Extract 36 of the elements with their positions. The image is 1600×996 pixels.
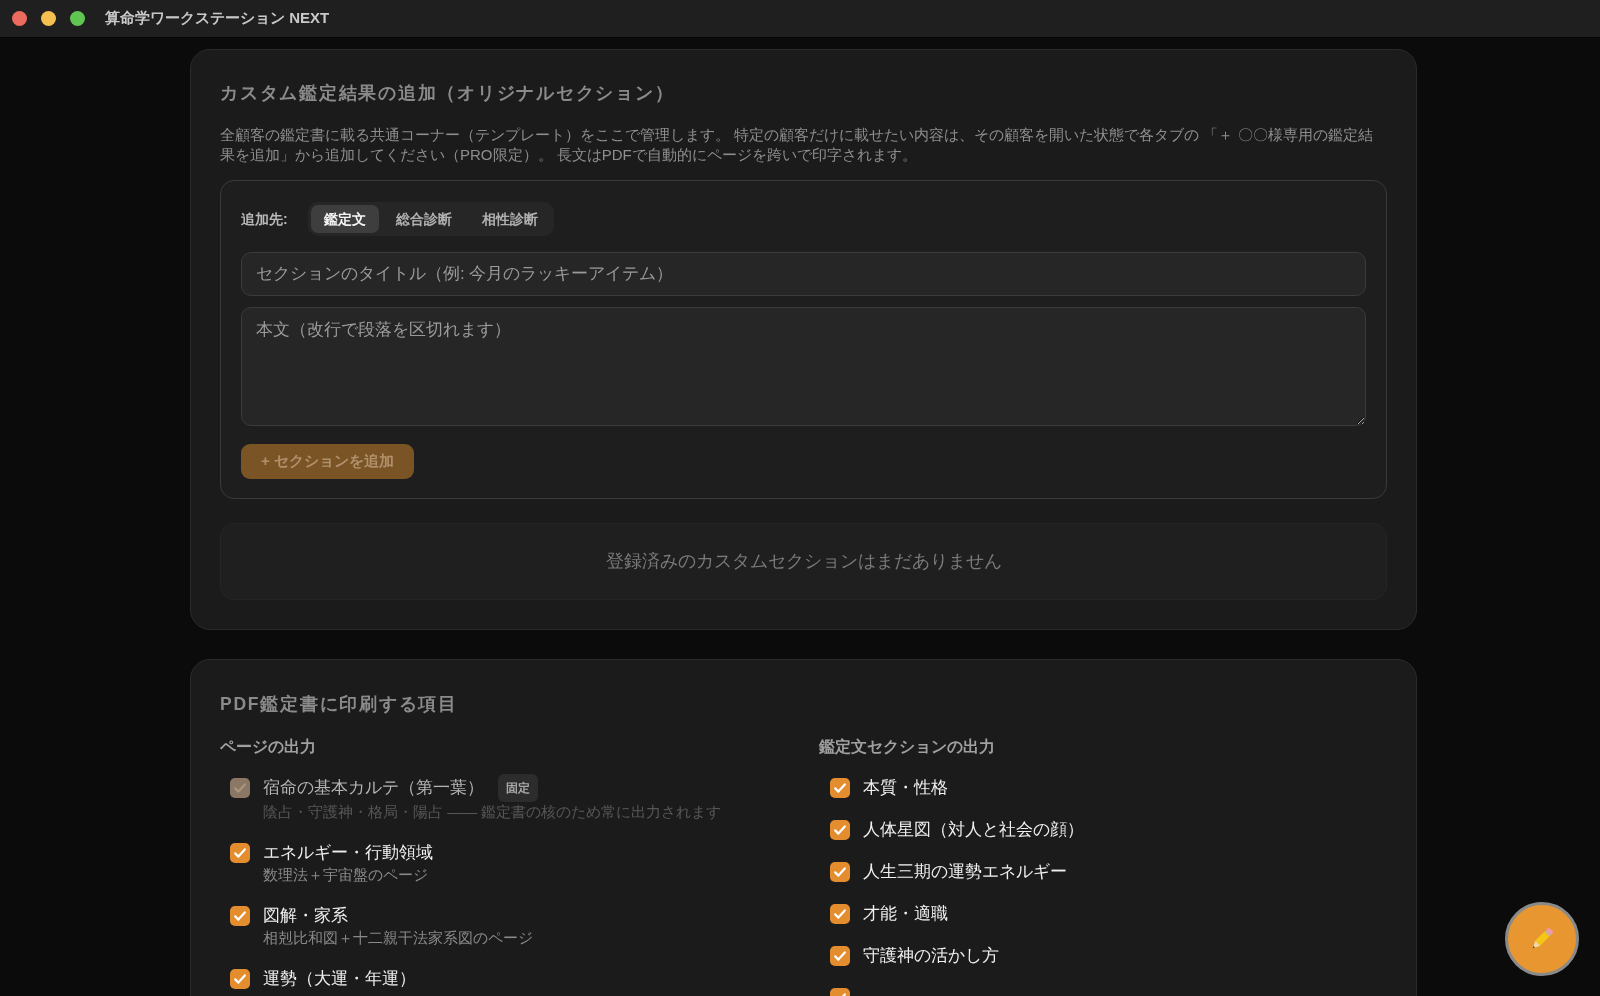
checkbox[interactable]: [829, 862, 850, 882]
checkbox[interactable]: [829, 946, 850, 966]
checkbox[interactable]: [829, 904, 850, 924]
column-heading: ページの出力: [220, 737, 317, 757]
option-description: 相剋比和図＋十二親干法家系図のページ: [263, 928, 533, 948]
option-label: 本質・性格: [862, 777, 948, 799]
fixed-badge: 固定: [498, 774, 538, 802]
option-label: エネルギー・行動領域: [263, 842, 433, 864]
close-button[interactable]: [12, 11, 27, 26]
section-title: カスタム鑑定結果の追加（オリジナルセクション）: [220, 82, 676, 105]
body-text-area[interactable]: 本文（改行で段落を区切れます）: [241, 307, 1366, 426]
title-input-field[interactable]: セクションのタイトル（例: 今月のラッキーアイテム）: [241, 252, 1366, 296]
tab[interactable]: 総合診断: [382, 205, 465, 233]
window-title: 算命学ワークステーション NEXT: [105, 8, 330, 29]
minimize-button[interactable]: [41, 11, 56, 26]
checkbox[interactable]: [230, 969, 250, 989]
section-description: 全顧客の鑑定書に載る共通コーナー（テンプレート）をここで管理します。 特定の顧客だけに載せたい内容は、その顧客を開いた状態で各タブの 「＋ 〇〇様専用の鑑定結果を追加」から追加してください（PRO限定）。 長文はPDFで自動的にページを跨いで印字されます。: [220, 125, 1374, 165]
option-label: 図解・家系: [263, 905, 348, 927]
option-label: 人生三期の運勢エネルギー: [862, 861, 1067, 883]
section-title: PDF鑑定書に印刷する項目: [220, 693, 459, 716]
checkbox[interactable]: [829, 820, 850, 840]
tab[interactable]: 相性診断: [468, 205, 551, 233]
option-label: 宿命の基本カルテ（第一葉）: [263, 777, 484, 799]
option-label: 運勢（大運・年運）: [263, 968, 416, 990]
checkbox[interactable]: [230, 843, 250, 863]
option-description: 数理法＋宇宙盤のページ: [263, 865, 429, 885]
option-label: 人体星図（対人と社会の顔）: [862, 819, 1084, 841]
checkbox[interactable]: [230, 906, 250, 926]
option-label: 才能・適職: [862, 903, 948, 925]
column-heading: 鑑定文セクションの出力: [818, 737, 996, 757]
tab[interactable]: 鑑定文: [310, 205, 379, 233]
option-label: 守護神の活かし方: [862, 945, 999, 967]
checkbox[interactable]: [829, 778, 850, 798]
zoom-button[interactable]: [70, 11, 85, 26]
empty-state-message: 登録済みのカスタムセクションはまだありません: [605, 550, 1002, 574]
target-label: 追加先:: [241, 209, 288, 229]
